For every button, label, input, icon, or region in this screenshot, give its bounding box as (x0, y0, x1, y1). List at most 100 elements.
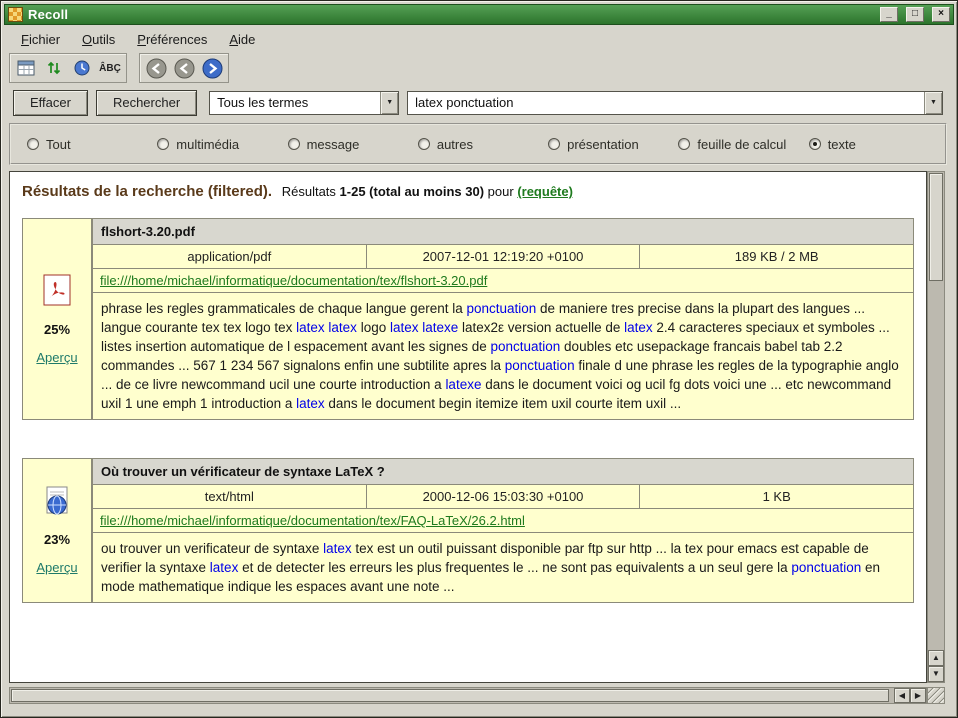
resize-grip[interactable] (927, 687, 945, 704)
result-details: Où trouver un vérificateur de syntaxe La… (92, 458, 914, 603)
filter-radio-presentation[interactable]: présentation (548, 137, 678, 152)
scroll-up-button[interactable]: ▲ (928, 650, 944, 666)
menubar: Fichier Outils Préférences Aide (7, 28, 951, 50)
toolbar-group-tools: ÂBÇ (9, 53, 127, 83)
result-item: 25% Aperçu flshort-3.20.pdf application/… (22, 218, 914, 420)
horizontal-scrollbar[interactable]: ◀ ▶ (9, 687, 927, 704)
relevance-percent: 25% (44, 322, 70, 337)
filter-radio-texte[interactable]: texte (809, 137, 939, 152)
results-connector: pour (488, 184, 514, 199)
dropdown-arrow-icon[interactable]: ▼ (380, 92, 398, 114)
filter-radio-message[interactable]: message (288, 137, 418, 152)
query-input[interactable] (408, 92, 924, 114)
results-panel: Résultats de la recherche (filtered). Ré… (9, 171, 927, 683)
search-term-highlight: latex (323, 541, 352, 556)
vertical-scrollbar-thumb[interactable] (929, 173, 943, 281)
search-button[interactable]: Rechercher (96, 90, 197, 116)
search-term-highlight: ponctuation (505, 358, 575, 373)
search-term-highlight: ponctuation (791, 560, 861, 575)
snippet-text: latex2ε version actuelle de (458, 320, 624, 335)
sort-order-icon (46, 60, 62, 76)
minimize-button[interactable]: _ (880, 7, 898, 22)
toolbar-group-navigation (139, 53, 229, 83)
radio-icon (418, 138, 430, 150)
down-arrow-icon: ▼ (932, 670, 940, 678)
search-term-highlight: latex (296, 396, 325, 411)
radio-icon (809, 138, 821, 150)
result-date: 2007-12-01 12:19:20 +0100 (366, 244, 641, 269)
filter-radio-multimedia[interactable]: multimédia (157, 137, 287, 152)
query-link[interactable]: (requête) (517, 184, 573, 199)
snippet-text: et de detecter les erreurs les plus freq… (238, 560, 791, 575)
first-page-button[interactable] (143, 56, 169, 80)
pdf-file-icon (43, 274, 71, 309)
scroll-down-button[interactable]: ▼ (928, 666, 944, 682)
result-date: 2000-12-06 15:03:30 +0100 (366, 484, 641, 509)
dropdown-arrow-icon[interactable]: ▼ (924, 92, 942, 114)
sort-order-button[interactable] (41, 56, 67, 80)
result-url-row: file:///home/michael/informatique/docume… (92, 508, 914, 533)
result-url-link[interactable]: file:///home/michael/informatique/docume… (100, 513, 525, 528)
radio-icon (548, 138, 560, 150)
menu-outils[interactable]: Outils (74, 30, 123, 49)
scroll-right-button[interactable]: ▶ (910, 688, 926, 703)
maximize-button[interactable]: □ (906, 7, 924, 22)
search-term-highlight: latex (210, 560, 239, 575)
search-row: Effacer Rechercher Tous les termes ▼ ▼ (13, 89, 943, 116)
preview-link[interactable]: Aperçu (36, 560, 77, 575)
scroll-left-button[interactable]: ◀ (894, 688, 910, 703)
result-size: 189 KB / 2 MB (639, 244, 914, 269)
result-url-row: file:///home/michael/informatique/docume… (92, 268, 914, 293)
up-arrow-icon: ▲ (932, 654, 940, 662)
result-side-panel: 23% Aperçu (22, 458, 92, 603)
radio-icon (288, 138, 300, 150)
html-file-icon (43, 486, 71, 519)
result-meta-row: application/pdf 2007-12-01 12:19:20 +010… (92, 244, 914, 269)
radio-icon (27, 138, 39, 150)
menu-preferences[interactable]: Préférences (129, 30, 215, 49)
app-icon (8, 7, 23, 22)
titlebar[interactable]: Recoll _ □ × (4, 4, 954, 25)
next-page-button[interactable] (199, 56, 225, 80)
menu-aide[interactable]: Aide (221, 30, 263, 49)
results-label: Résultats (282, 184, 336, 199)
horizontal-scrollbar-thumb[interactable] (11, 689, 889, 702)
result-url-link[interactable]: file:///home/michael/informatique/docume… (100, 273, 487, 288)
filter-radio-tout[interactable]: Tout (27, 137, 157, 152)
snippet-text: dans le document begin itemize item uxil… (325, 396, 681, 411)
results-table-button[interactable] (13, 56, 39, 80)
results-header: Résultats de la recherche (filtered). Ré… (22, 182, 918, 202)
next-page-icon (202, 58, 223, 79)
snippet-text: logo (357, 320, 390, 335)
filter-radio-autres[interactable]: autres (418, 137, 548, 152)
search-mode-value: Tous les termes (210, 92, 380, 114)
preview-link[interactable]: Aperçu (36, 350, 77, 365)
result-side-panel: 25% Aperçu (22, 218, 92, 420)
prev-page-icon (174, 58, 195, 79)
term-explorer-button[interactable]: ÂBÇ (97, 56, 123, 80)
menu-fichier[interactable]: Fichier (13, 30, 68, 49)
results-range: 1-25 (total au moins 30) (340, 184, 484, 199)
prev-page-button[interactable] (171, 56, 197, 80)
search-term-highlight: latex (624, 320, 653, 335)
results-summary: Résultats 1-25 (total au moins 30) pour … (282, 184, 573, 199)
search-mode-select[interactable]: Tous les termes ▼ (209, 91, 399, 115)
search-term-highlight: ponctuation (466, 301, 536, 316)
close-button[interactable]: × (932, 7, 950, 22)
result-snippet: phrase les regles grammaticales de chaqu… (92, 292, 914, 420)
result-title: Où trouver un vérificateur de syntaxe La… (92, 458, 914, 485)
clear-button[interactable]: Effacer (13, 90, 88, 116)
search-term-highlight: latex latex (296, 320, 357, 335)
snippet-text: phrase les regles grammaticales de chaqu… (101, 301, 466, 316)
result-mime-type: application/pdf (92, 244, 367, 269)
query-combo[interactable]: ▼ (407, 91, 943, 115)
file-type-filter-bar: Tout multimédia message autres présentat… (9, 123, 947, 165)
filter-radio-feuille-de-calcul[interactable]: feuille de calcul (678, 137, 808, 152)
search-term-highlight: latex latexe (390, 320, 458, 335)
result-size: 1 KB (639, 484, 914, 509)
result-mime-type: text/html (92, 484, 367, 509)
recoll-window: Recoll _ □ × Fichier Outils Préférences … (0, 0, 958, 718)
first-page-icon (146, 58, 167, 79)
vertical-scrollbar[interactable]: ▲ ▼ (927, 171, 945, 683)
sort-by-date-button[interactable] (69, 56, 95, 80)
